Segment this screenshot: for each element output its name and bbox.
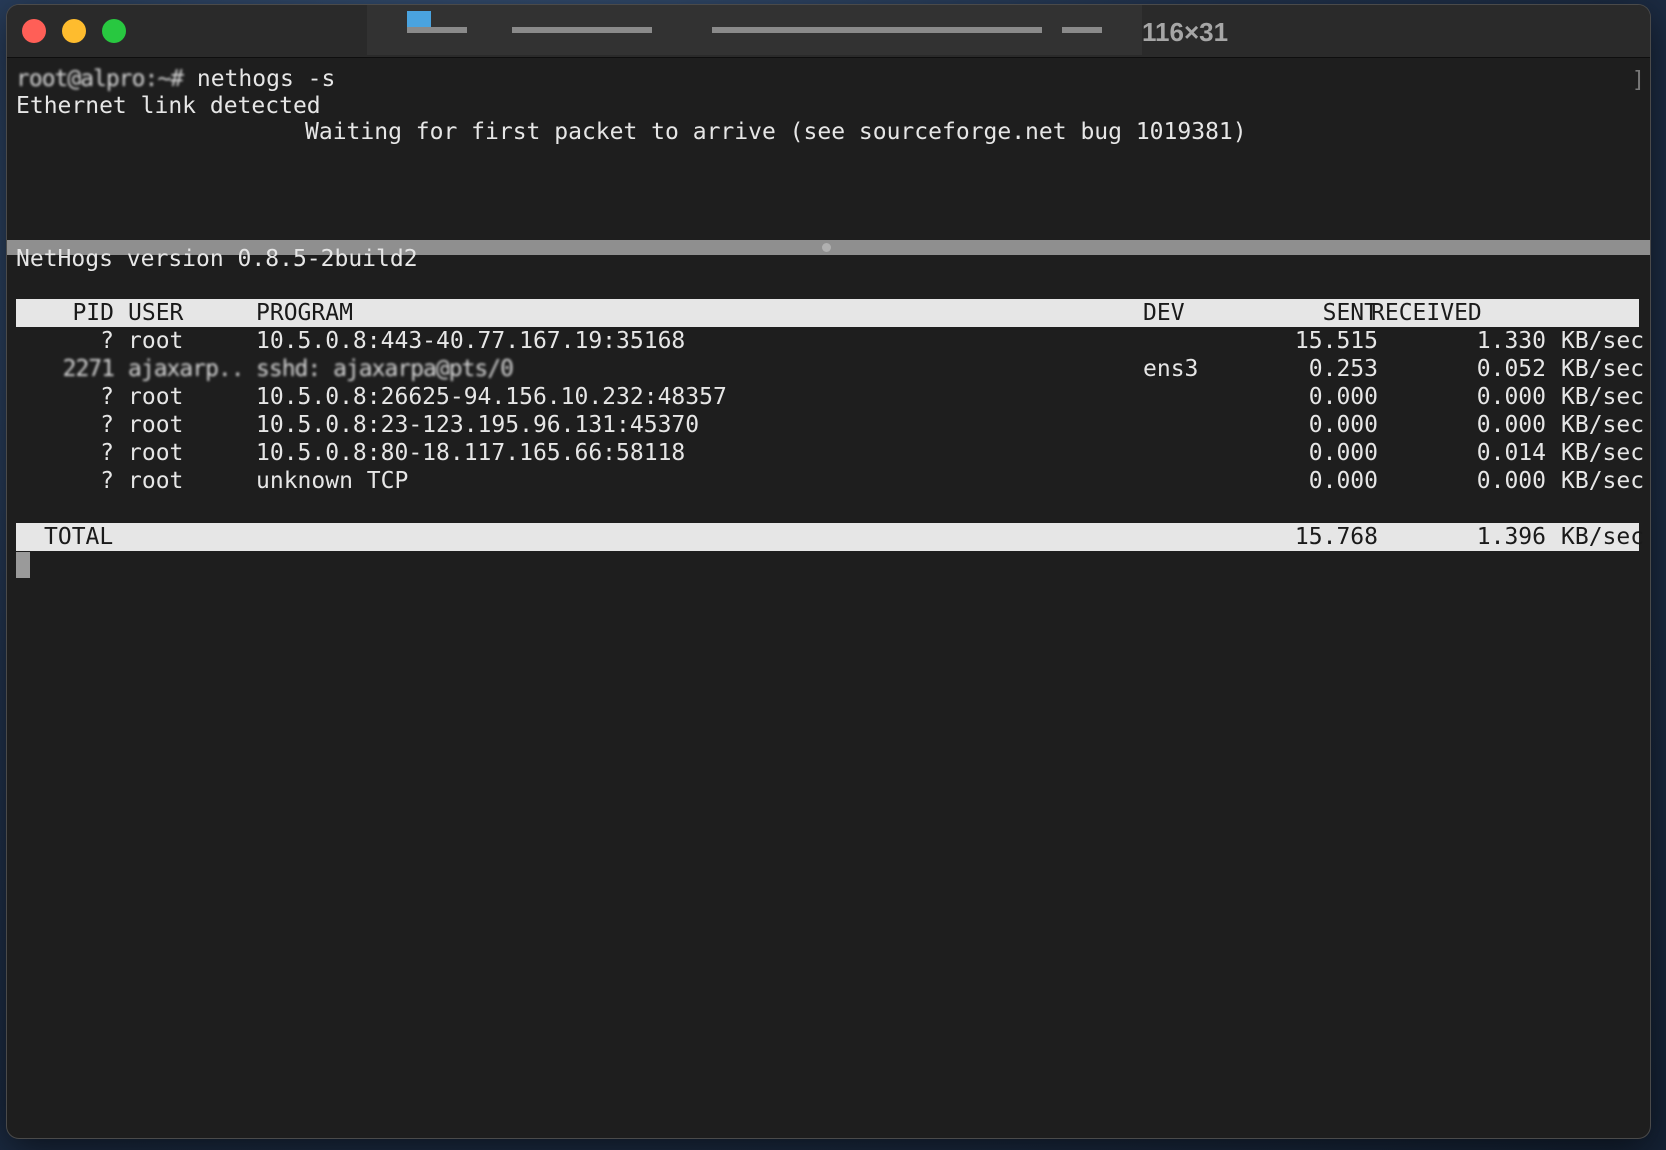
program-cell: 10.5.0.8:80-18.117.165.66:58118 <box>256 440 686 466</box>
terminal-content[interactable]: root@alpro:~# nethogs -s Ethernet link d… <box>7 58 1650 1138</box>
close-button[interactable] <box>22 19 46 43</box>
program-cell: 10.5.0.8:443-40.77.167.19:35168 <box>256 328 686 354</box>
received-cell: 0.052 <box>1476 356 1546 382</box>
received-cell: 0.014 <box>1476 440 1546 466</box>
unit-cell: KB/sec <box>1561 468 1645 494</box>
unit-cell: KB/sec <box>1561 440 1645 466</box>
header-pid: PID <box>72 300 114 326</box>
command-text: nethogs -s <box>183 66 336 92</box>
pid-cell: ? <box>100 468 114 494</box>
total-sent: 15.768 <box>1294 524 1378 550</box>
header-user: USER <box>128 300 184 326</box>
sent-cell: 15.515 <box>1294 328 1378 354</box>
table-row: ? root 10.5.0.8:23-123.195.96.131:45370 … <box>16 411 1644 439</box>
total-unit: KB/sec <box>1561 524 1645 550</box>
received-cell: 0.000 <box>1476 468 1546 494</box>
sent-cell: 0.253 <box>1308 356 1378 382</box>
output-line: Ethernet link detected <box>16 93 321 119</box>
user-cell: root <box>128 412 184 438</box>
unit-cell: KB/sec <box>1561 384 1645 410</box>
pid-cell: ? <box>100 440 114 466</box>
prompt-redacted: root@alpro:~# <box>16 66 184 92</box>
window-title-size: 116×31 <box>1142 17 1229 47</box>
sent-cell: 0.000 <box>1308 440 1378 466</box>
table-row: ? root 10.5.0.8:80-18.117.165.66:58118 0… <box>16 439 1644 467</box>
minimize-button[interactable] <box>62 19 86 43</box>
output-line: Waiting for first packet to arrive (see … <box>305 119 1247 145</box>
program-cell: 10.5.0.8:26625-94.156.10.232:48357 <box>256 384 727 410</box>
terminal-cursor <box>16 552 30 578</box>
dev-cell: ens3 <box>1143 356 1199 382</box>
user-cell: ajaxarp.. <box>128 356 245 382</box>
scroll-indicator: ] <box>1631 68 1645 93</box>
top-pane[interactable]: root@alpro:~# nethogs -s Ethernet link d… <box>7 58 1650 240</box>
table-row: 2271 ajaxarp.. sshd: ajaxarpa@pts/0 ens3… <box>16 355 1644 383</box>
user-cell: root <box>128 468 184 494</box>
program-cell: sshd: ajaxarpa@pts/0 <box>256 356 514 382</box>
title-bar[interactable]: 116×31 <box>7 5 1650 58</box>
user-cell: root <box>128 328 184 354</box>
pid-cell: 2271 <box>62 356 115 382</box>
table-header: PID USER PROGRAM DEV SENT RECEIVED <box>16 299 1639 327</box>
header-dev: DEV <box>1143 300 1185 326</box>
command-line: root@alpro:~# nethogs -s <box>16 65 335 93</box>
user-cell: root <box>128 440 184 466</box>
header-received: RECEIVED <box>1371 300 1482 326</box>
table-row: ? root unknown TCP 0.000 0.000 KB/sec <box>16 467 1644 495</box>
received-cell: 0.000 <box>1476 412 1546 438</box>
header-program: PROGRAM <box>256 300 353 326</box>
user-cell: root <box>128 384 184 410</box>
total-label: TOTAL <box>44 524 114 550</box>
table-row: ? root 10.5.0.8:443-40.77.167.19:35168 1… <box>16 327 1644 355</box>
header-sent: SENT <box>1322 300 1378 326</box>
program-cell: unknown TCP <box>256 468 409 494</box>
sent-cell: 0.000 <box>1308 412 1378 438</box>
pid-cell: ? <box>100 384 114 410</box>
pid-cell: ? <box>100 412 114 438</box>
sent-cell: 0.000 <box>1308 384 1378 410</box>
pid-cell: ? <box>100 328 114 354</box>
divider-handle[interactable] <box>822 243 831 252</box>
zoom-button[interactable] <box>102 19 126 43</box>
window-title-redacted <box>367 5 1142 55</box>
received-cell: 1.330 <box>1476 328 1546 354</box>
terminal-window: 116×31 root@alpro:~# nethogs -s Ethernet… <box>7 5 1650 1138</box>
program-cell: 10.5.0.8:23-123.195.96.131:45370 <box>256 412 700 438</box>
unit-cell: KB/sec <box>1561 412 1645 438</box>
total-received: 1.396 <box>1476 524 1546 550</box>
unit-cell: KB/sec <box>1561 356 1645 382</box>
sent-cell: 0.000 <box>1308 468 1378 494</box>
version-line: NetHogs version 0.8.5-2build2 <box>16 246 418 272</box>
table-row: ? root 10.5.0.8:26625-94.156.10.232:4835… <box>16 383 1644 411</box>
nethogs-pane[interactable]: NetHogs version 0.8.5-2build2 PID USER P… <box>7 246 1650 1138</box>
total-row: TOTAL 15.768 1.396 KB/sec <box>16 523 1644 551</box>
received-cell: 0.000 <box>1476 384 1546 410</box>
unit-cell: KB/sec <box>1561 328 1645 354</box>
